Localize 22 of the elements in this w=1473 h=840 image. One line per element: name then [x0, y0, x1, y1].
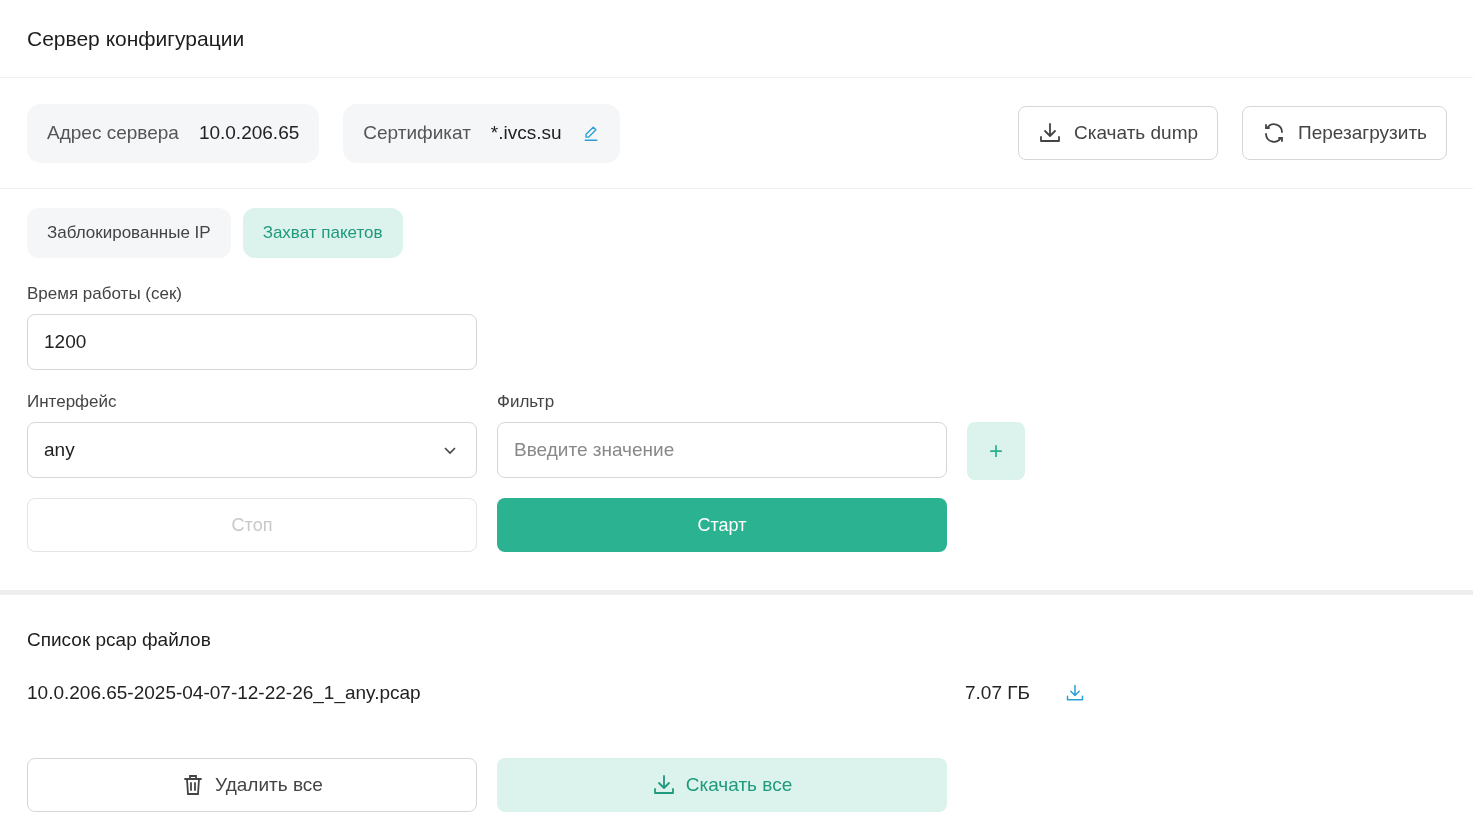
info-value: 10.0.206.65: [198, 122, 300, 144]
file-download-button[interactable]: [1065, 683, 1085, 703]
field-label: Время работы (сек): [27, 284, 184, 305]
interface-dropdown[interactable]: any: [27, 422, 477, 478]
page-title: Сервер конфигурации: [27, 26, 245, 51]
filter-field[interactable]: Введите значение: [497, 422, 947, 478]
info-value: *.ivcs.su: [490, 122, 562, 144]
header-button[interactable]: Перезагрузить: [1242, 106, 1447, 160]
duration-field[interactable]: 1200: [27, 314, 477, 370]
info-label: Адрес сервера: [47, 122, 179, 144]
file-size: 7.07 ГБ: [965, 682, 1031, 704]
download-icon: [1065, 683, 1085, 703]
field-label: Фильтр: [497, 392, 556, 413]
file-name: 10.0.206.65-2025-04-07-12-22-26_1_any.pcap: [27, 682, 422, 704]
download-icon: [651, 773, 676, 797]
info-label: Сертификат: [363, 122, 471, 144]
field-label: Интерфейс: [27, 392, 118, 413]
section-title: Список pcap файлов: [27, 629, 212, 651]
tab[interactable]: Заблокированные IP: [27, 208, 231, 258]
action-button[interactable]: Удалить все: [27, 758, 477, 812]
header-button[interactable]: Скачать dump: [1018, 106, 1219, 160]
download-icon: [1038, 121, 1062, 145]
